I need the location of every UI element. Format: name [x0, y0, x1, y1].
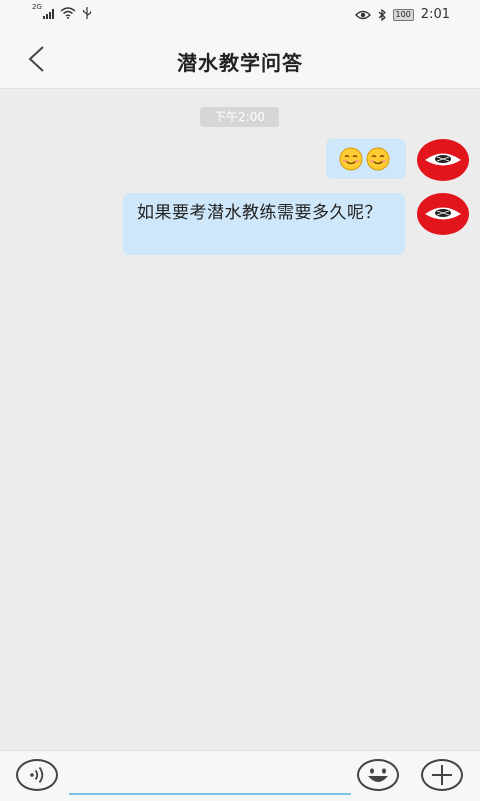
signal-icon — [42, 9, 54, 19]
smiling-face-emoji-icon — [366, 147, 390, 171]
chat-header: 潜水教学问答 — [0, 30, 480, 89]
status-bar: 2G 100 2:01 — [0, 0, 480, 30]
eye-icon — [354, 10, 371, 19]
status-right: 100 2:01 — [354, 7, 450, 22]
voice-button[interactable] — [16, 759, 58, 791]
message-bubble-text[interactable]: 如果要考潜水教练需要多久呢？ — [123, 193, 405, 255]
emoji-row — [339, 147, 390, 171]
emoji-button[interactable] — [357, 759, 399, 791]
avatar[interactable] — [417, 193, 469, 235]
message-list[interactable]: 下午2:00 如果要考潜水教练需要多久呢？ — [0, 89, 480, 750]
smiling-face-emoji-icon — [339, 147, 363, 171]
message-input[interactable] — [69, 759, 351, 795]
plus-icon — [432, 765, 452, 785]
message-timestamp: 下午2:00 — [200, 107, 279, 127]
usb-icon — [82, 7, 91, 19]
wifi-icon — [60, 7, 76, 19]
page-title: 潜水教学问答 — [177, 51, 303, 75]
avatar-logo-icon — [425, 153, 461, 166]
status-time: 2:01 — [420, 7, 450, 22]
status-left: 2G — [32, 3, 92, 19]
message-bubble-emoji[interactable] — [326, 139, 406, 179]
more-button[interactable] — [421, 759, 463, 791]
bluetooth-icon — [378, 8, 386, 21]
avatar-logo-icon — [425, 207, 461, 220]
battery-icon: 100 — [392, 8, 414, 21]
input-bar — [0, 750, 480, 801]
emoji-icon — [368, 768, 388, 782]
avatar[interactable] — [417, 139, 469, 181]
network-type-label: 2G — [32, 3, 42, 11]
voice-icon — [30, 766, 44, 784]
